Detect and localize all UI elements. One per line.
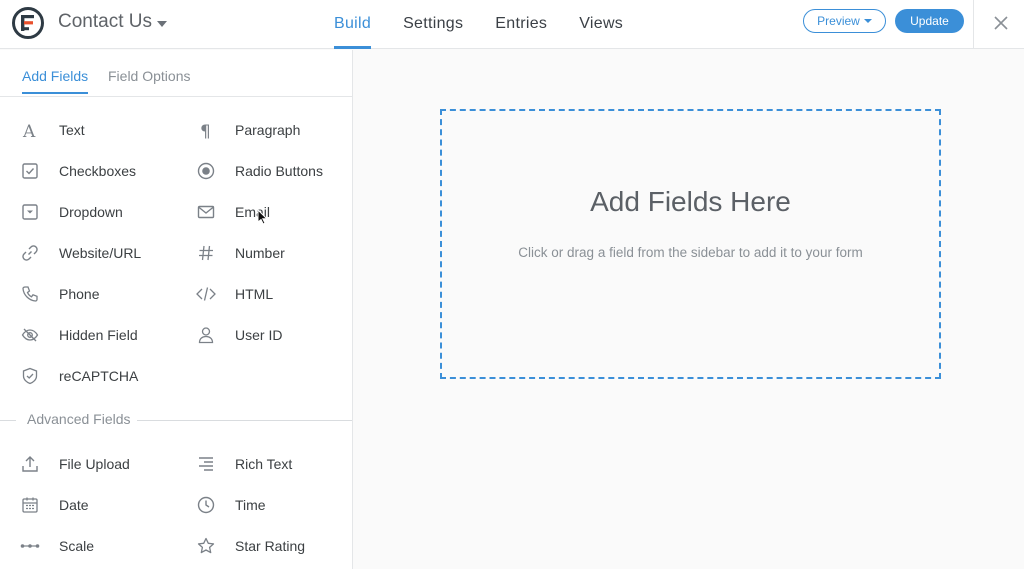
star-icon xyxy=(194,534,218,558)
field-label: reCAPTCHA xyxy=(59,368,139,384)
field-number[interactable]: Number xyxy=(194,241,354,265)
advanced-fields-heading: Advanced Fields xyxy=(0,411,352,429)
field-radio-buttons[interactable]: Radio Buttons xyxy=(194,159,354,183)
field-label: HTML xyxy=(235,286,274,302)
field-label: Hidden Field xyxy=(59,327,138,343)
field-date[interactable]: Date xyxy=(18,493,178,517)
field-label: Checkboxes xyxy=(59,163,137,179)
code-icon xyxy=(194,282,218,306)
close-icon xyxy=(994,16,1008,30)
eye-off-icon xyxy=(18,323,42,347)
upload-icon xyxy=(18,452,42,476)
dropdown-icon xyxy=(18,200,42,224)
tab-build[interactable]: Build xyxy=(334,0,372,49)
main-nav: Build Settings Entries Views xyxy=(334,0,655,49)
field-label: File Upload xyxy=(59,456,130,472)
text-icon: A xyxy=(18,118,42,142)
field-label: Date xyxy=(59,497,89,513)
field-star-rating[interactable]: Star Rating xyxy=(194,534,354,558)
field-label: Text xyxy=(59,122,85,138)
paragraph-icon: ¶ xyxy=(194,118,218,142)
field-email[interactable]: Email xyxy=(194,200,354,224)
checkbox-icon xyxy=(18,159,42,183)
preview-button[interactable]: Preview xyxy=(803,9,886,33)
drop-zone-hint: Click or drag a field from the sidebar t… xyxy=(518,245,863,260)
sidebar-tabs: Add Fields Field Options xyxy=(0,50,352,97)
top-bar: Contact Us Build Settings Entries Views … xyxy=(0,0,1024,49)
field-time[interactable]: Time xyxy=(194,493,354,517)
field-label: Rich Text xyxy=(235,456,293,472)
rich-text-icon xyxy=(194,452,218,476)
field-label: Dropdown xyxy=(59,204,123,220)
tab-settings[interactable]: Settings xyxy=(403,0,463,49)
field-user-id[interactable]: User ID xyxy=(194,323,354,347)
field-checkboxes[interactable]: Checkboxes xyxy=(18,159,178,183)
chevron-down-icon xyxy=(156,20,167,27)
clock-icon xyxy=(194,493,218,517)
link-icon xyxy=(18,241,42,265)
divider xyxy=(0,420,16,421)
svg-text:¶: ¶ xyxy=(200,122,211,140)
field-phone[interactable]: Phone xyxy=(18,282,178,306)
close-button[interactable] xyxy=(988,11,1014,35)
field-label: Number xyxy=(235,245,285,261)
shield-icon xyxy=(18,364,42,388)
field-label: Website/URL xyxy=(59,245,142,261)
drop-zone[interactable]: Add Fields Here Click or drag a field fr… xyxy=(440,109,941,379)
radio-icon xyxy=(194,159,218,183)
scale-icon xyxy=(18,534,42,558)
field-rich-text[interactable]: Rich Text xyxy=(194,452,354,476)
form-title: Contact Us xyxy=(58,11,152,32)
field-paragraph[interactable]: ¶ Paragraph xyxy=(194,118,354,142)
hash-icon xyxy=(194,241,218,265)
field-dropdown[interactable]: Dropdown xyxy=(18,200,178,224)
tab-entries[interactable]: Entries xyxy=(495,0,547,49)
sidebar: Add Fields Field Options A Text Checkbox… xyxy=(0,50,353,569)
divider xyxy=(137,420,352,421)
field-label: Scale xyxy=(59,538,95,554)
section-title: Advanced Fields xyxy=(27,411,131,427)
field-hidden[interactable]: Hidden Field xyxy=(18,323,178,347)
field-label: Radio Buttons xyxy=(235,163,323,179)
divider xyxy=(973,0,974,49)
field-scale[interactable]: Scale xyxy=(18,534,178,558)
tab-views[interactable]: Views xyxy=(579,0,623,49)
tab-field-options[interactable]: Field Options xyxy=(108,68,190,93)
mouse-pointer-icon xyxy=(257,208,269,230)
field-label: Time xyxy=(235,497,266,513)
phone-icon xyxy=(18,282,42,306)
field-label: User ID xyxy=(235,327,283,343)
svg-text:A: A xyxy=(22,122,36,140)
field-label: Paragraph xyxy=(235,122,301,138)
user-icon xyxy=(194,323,218,347)
email-icon xyxy=(194,200,218,224)
update-button[interactable]: Update xyxy=(895,9,964,33)
formidable-logo-icon[interactable] xyxy=(12,7,44,39)
field-text[interactable]: A Text xyxy=(18,118,178,142)
field-file-upload[interactable]: File Upload xyxy=(18,452,178,476)
field-website-url[interactable]: Website/URL xyxy=(18,241,178,265)
field-label: Phone xyxy=(59,286,100,302)
field-html[interactable]: HTML xyxy=(194,282,354,306)
field-recaptcha[interactable]: reCAPTCHA xyxy=(18,364,178,388)
tab-add-fields[interactable]: Add Fields xyxy=(22,68,89,94)
drop-zone-title: Add Fields Here xyxy=(590,186,791,217)
field-label: Star Rating xyxy=(235,538,306,554)
calendar-icon xyxy=(18,493,42,517)
preview-label: Preview xyxy=(817,14,860,28)
form-title-dropdown[interactable]: Contact Us xyxy=(58,11,167,33)
chevron-down-icon xyxy=(863,19,872,23)
